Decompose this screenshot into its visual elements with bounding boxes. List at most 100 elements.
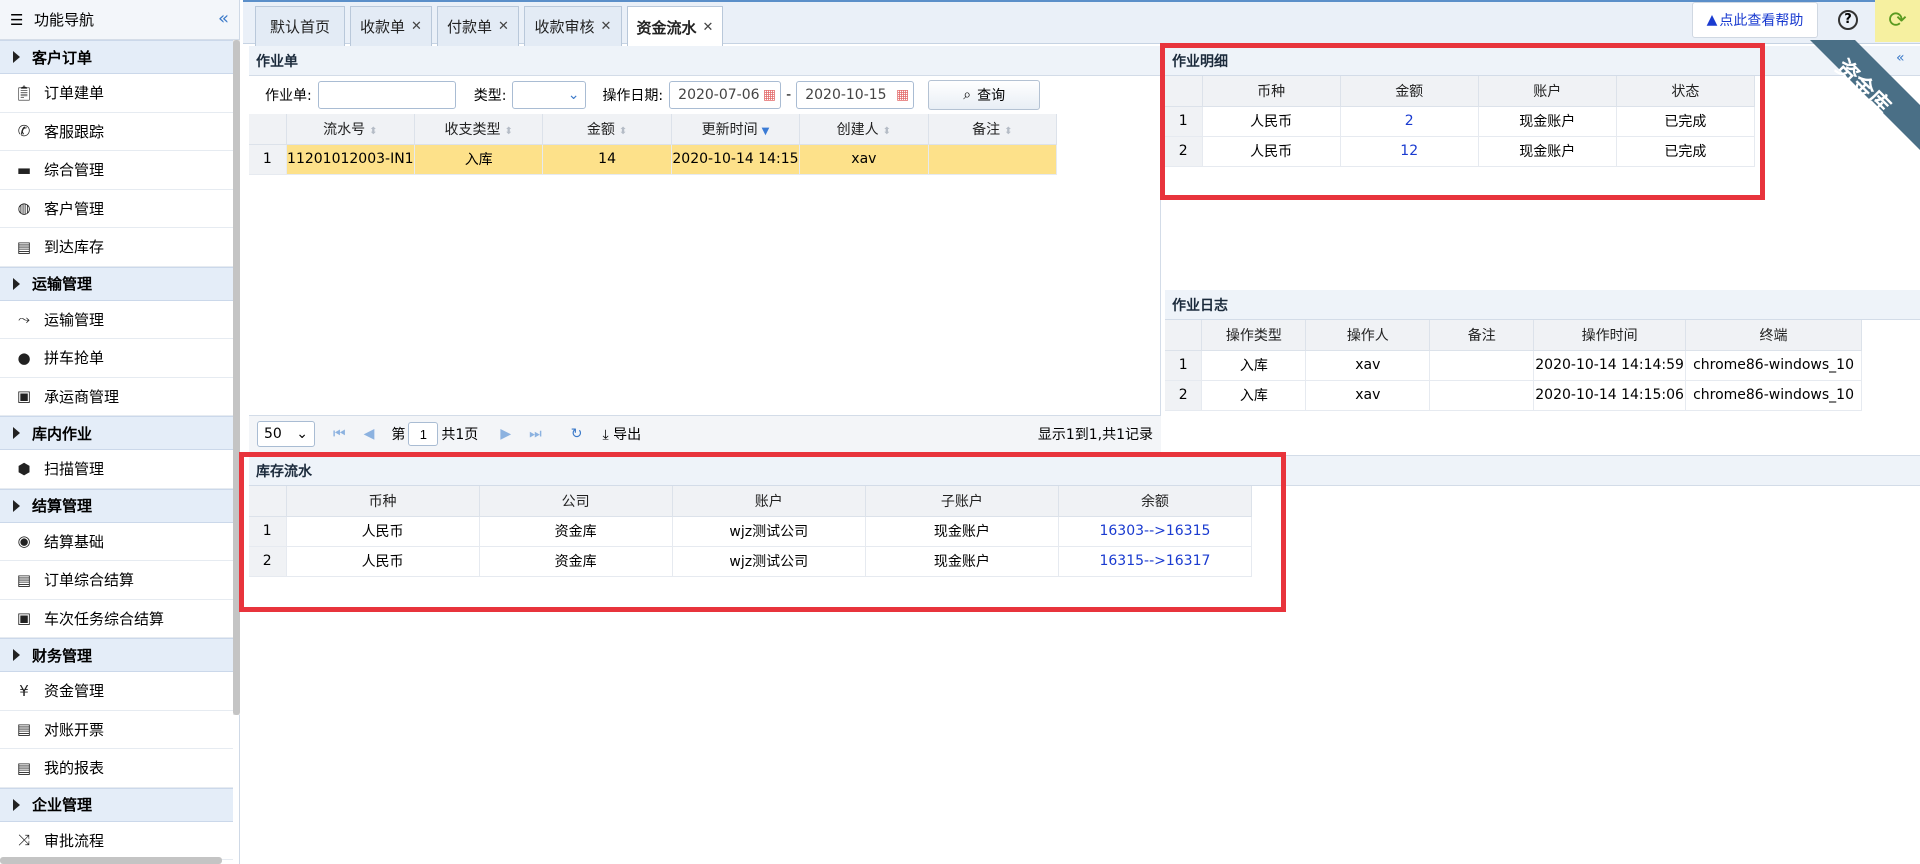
- nav-item-carrier-management[interactable]: ▣ 承运商管理: [0, 378, 233, 416]
- nav-group-transport[interactable]: 运输管理: [0, 266, 233, 301]
- nav-item-reconciliation[interactable]: ▤ 对账开票: [0, 711, 233, 749]
- nav-item-label: 综合管理: [44, 161, 105, 180]
- date-to-input[interactable]: 2020-10-15 ▦: [796, 81, 915, 109]
- collapse-panel-icon[interactable]: «: [1896, 50, 1905, 66]
- page-size-select[interactable]: 50 ⌄: [257, 421, 315, 447]
- row-number: 2: [249, 546, 287, 577]
- nav-item-service-tracking[interactable]: ✆ 客服跟踪: [0, 113, 233, 151]
- nav-item-approval-flow[interactable]: ⤨ 审批流程: [0, 822, 233, 860]
- column-header[interactable]: 操作人: [1305, 320, 1431, 351]
- export-button[interactable]: ⤓ 导出: [602, 424, 641, 444]
- column-header[interactable]: 收支类型 ⬍: [414, 114, 544, 145]
- caret-right-icon: [13, 499, 20, 512]
- column-header[interactable]: 金额 ⬍: [542, 114, 672, 145]
- tab-receipts[interactable]: 收款单 ✕: [350, 6, 432, 46]
- nav-item-transport-management[interactable]: ⤳ 运输管理: [0, 301, 233, 339]
- stock-flow-panel: 库存流水 币种 公司 账户 子账户 余额 1 人民币 资金库 wjz测试公司 现…: [249, 456, 1920, 864]
- tab-receipt-review[interactable]: 收款审核 ✕: [524, 6, 622, 46]
- balance-link[interactable]: 16303-->16315: [1058, 516, 1253, 547]
- nav-item-customer-management[interactable]: ◍ 客户管理: [0, 190, 233, 228]
- table-cell: 现金账户: [1478, 106, 1617, 137]
- type-select[interactable]: ⌄: [512, 81, 587, 109]
- table-cell: 2020-10-14 14:14:59: [1533, 350, 1687, 381]
- date-from-value: 2020-07-06: [678, 87, 760, 103]
- table-cell: chrome86-windows_10: [1685, 380, 1862, 411]
- column-header[interactable]: 账户: [1478, 76, 1617, 107]
- order-filter-input[interactable]: [317, 81, 456, 109]
- nav-group-settlement[interactable]: 结算管理: [0, 488, 233, 523]
- column-header[interactable]: 备注: [1429, 320, 1535, 351]
- nav-item-order-create[interactable]: 📋︎ 订单建单: [0, 74, 233, 113]
- chevron-down-icon: ⌄: [567, 87, 580, 103]
- column-header[interactable]: 余额: [1058, 486, 1253, 517]
- tab-label: 默认首页: [269, 18, 330, 36]
- yen-icon: ¥: [19, 681, 29, 700]
- column-header[interactable]: 操作类型: [1201, 320, 1307, 351]
- table-row[interactable]: 1 入库 xav 2020-10-14 14:14:59 chrome86-wi…: [1165, 350, 1862, 381]
- tab-fund-flow[interactable]: 资金流水 ✕: [627, 6, 723, 47]
- calendar-icon[interactable]: ▦: [763, 87, 776, 103]
- column-header[interactable]: 金额: [1340, 76, 1479, 107]
- nav-item-general-management[interactable]: ▬ 综合管理: [0, 151, 233, 190]
- amount-link[interactable]: 2: [1340, 106, 1479, 137]
- table-row[interactable]: 2 人民币 12 现金账户 已完成: [1165, 136, 1756, 167]
- table-cell: 现金账户: [865, 546, 1059, 577]
- caret-right-icon: [13, 649, 20, 661]
- nav-item-trip-settlement[interactable]: ▣ 车次任务综合结算: [0, 600, 233, 638]
- first-page-icon[interactable]: ⏮: [333, 426, 346, 442]
- column-header[interactable]: 流水号 ⬍: [286, 114, 416, 145]
- nav-group-warehouse[interactable]: 库内作业: [0, 416, 233, 450]
- calendar-icon[interactable]: ▦: [896, 87, 909, 103]
- help-button[interactable]: ▲ 点此查看帮助: [1692, 2, 1818, 38]
- column-header[interactable]: 公司: [479, 486, 673, 517]
- tab-payments[interactable]: 付款单 ✕: [437, 6, 519, 46]
- nav-item-my-reports[interactable]: ▤ 我的报表: [0, 749, 233, 788]
- table-cell: wjz测试公司: [672, 546, 866, 577]
- close-icon[interactable]: ✕: [498, 19, 509, 34]
- table-row[interactable]: 1 11201012003-IN1 入库 14 2020-10-14 14:15…: [249, 144, 1058, 175]
- refresh-swap-icon[interactable]: ⟳: [1875, 0, 1920, 42]
- balance-link[interactable]: 16315-->16317: [1058, 546, 1253, 577]
- prev-page-icon[interactable]: ◀: [364, 426, 375, 442]
- date-from-input[interactable]: 2020-07-06 ▦: [669, 81, 782, 109]
- table-row[interactable]: 2 入库 xav 2020-10-14 14:15:06 chrome86-wi…: [1165, 380, 1862, 411]
- nav-item-carpool[interactable]: ● 拼车抢单: [0, 339, 233, 378]
- table-row[interactable]: 1 人民币 2 现金账户 已完成: [1165, 106, 1756, 137]
- amount-link[interactable]: 12: [1340, 136, 1479, 167]
- collapse-sidebar-icon[interactable]: «: [218, 10, 229, 28]
- nav-group-finance[interactable]: 财务管理: [0, 638, 233, 672]
- sidebar-vertical-scrollbar[interactable]: [233, 40, 240, 715]
- table-row[interactable]: 2 人民币 资金库 wjz测试公司 现金账户 16315-->16317: [249, 546, 1253, 577]
- close-icon[interactable]: ✕: [411, 19, 422, 34]
- tab-home[interactable]: 默认首页: [255, 6, 345, 46]
- column-header[interactable]: 操作时间: [1533, 320, 1687, 351]
- nav-item-fund-management[interactable]: ¥ 资金管理: [0, 672, 233, 711]
- last-page-icon[interactable]: ⏭: [529, 426, 542, 442]
- close-icon[interactable]: ✕: [703, 20, 714, 35]
- question-icon[interactable]: ?: [1838, 10, 1858, 30]
- scrollbar-thumb[interactable]: [233, 40, 240, 715]
- nav-group-enterprise[interactable]: 企业管理: [0, 787, 233, 822]
- close-icon[interactable]: ✕: [601, 19, 612, 34]
- column-header[interactable]: 子账户: [865, 486, 1059, 517]
- search-icon: ⌕: [963, 87, 972, 103]
- refresh-icon[interactable]: ↻: [571, 426, 583, 442]
- sidebar-horizontal-scrollbar[interactable]: [0, 857, 222, 864]
- column-header[interactable]: 账户: [672, 486, 866, 517]
- search-button[interactable]: ⌕ 查询: [928, 80, 1041, 110]
- column-header[interactable]: 创建人 ⬍: [799, 114, 929, 145]
- nav-group-customer-orders[interactable]: 客户订单: [0, 40, 233, 74]
- column-header[interactable]: 币种: [286, 486, 480, 517]
- table-row[interactable]: 1 人民币 资金库 wjz测试公司 现金账户 16303-->16315: [249, 516, 1253, 547]
- column-header[interactable]: 币种: [1202, 76, 1341, 107]
- column-header[interactable]: 备注 ⬍: [928, 114, 1058, 145]
- column-header[interactable]: 终端: [1685, 320, 1862, 351]
- page-number-input[interactable]: [408, 422, 439, 446]
- nav-item-settlement-basics[interactable]: ◉ 结算基础: [0, 523, 233, 561]
- nav-item-order-settlement[interactable]: ▤ 订单综合结算: [0, 561, 233, 600]
- nav-item-scan-management[interactable]: ⬢ 扫描管理: [0, 450, 233, 489]
- column-header[interactable]: 状态: [1616, 76, 1756, 107]
- nav-item-arrival-stock[interactable]: ▤ 到达库存: [0, 228, 233, 267]
- column-header[interactable]: 更新时间 ▼: [671, 114, 801, 145]
- next-page-icon[interactable]: ▶: [500, 426, 511, 442]
